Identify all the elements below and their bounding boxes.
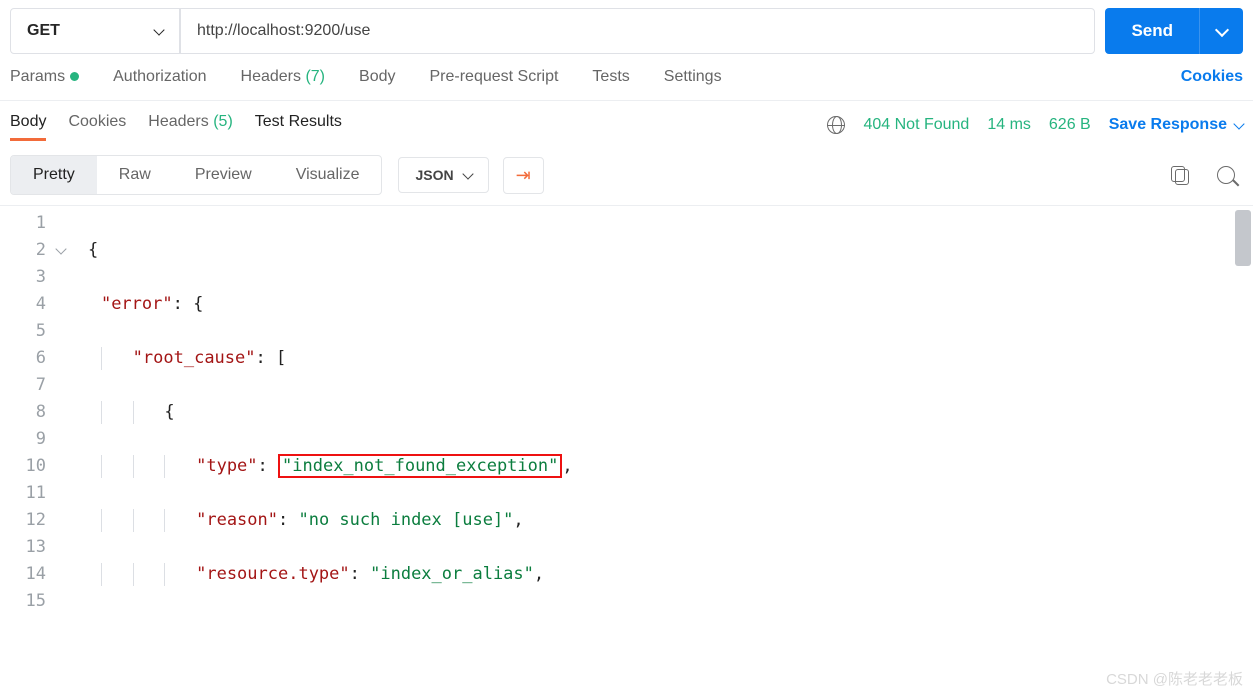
response-tab-headers[interactable]: Headers (5) [148, 109, 233, 141]
wrap-lines-button[interactable]: ⇥ [503, 157, 544, 194]
line-number-gutter: 123456789101112131415 [0, 206, 60, 615]
request-url-input[interactable] [180, 8, 1095, 54]
format-value: JSON [415, 167, 453, 183]
view-mode-preview[interactable]: Preview [173, 156, 274, 194]
response-tab-test-results[interactable]: Test Results [255, 109, 342, 141]
response-tab-cookies[interactable]: Cookies [68, 109, 126, 141]
response-status: 404 Not Found [863, 116, 969, 134]
chevron-down-icon [462, 168, 473, 179]
response-time: 14 ms [987, 116, 1031, 134]
tab-headers[interactable]: Headers (7) [241, 68, 326, 86]
http-method-value: GET [27, 22, 60, 40]
copy-icon[interactable] [1171, 166, 1189, 184]
scrollbar-thumb[interactable] [1235, 210, 1251, 266]
tab-authorization[interactable]: Authorization [113, 68, 206, 86]
watermark: CSDN @陈老老老板 [1106, 668, 1243, 689]
dot-indicator-icon [70, 72, 79, 81]
code-content: { "error": { "root_cause": [ { "type": "… [60, 206, 1253, 615]
send-options-button[interactable] [1199, 8, 1243, 54]
view-mode-raw[interactable]: Raw [97, 156, 173, 194]
http-method-select[interactable]: GET [10, 8, 180, 54]
cookies-link[interactable]: Cookies [1181, 68, 1243, 86]
format-select[interactable]: JSON [398, 157, 488, 193]
globe-icon[interactable] [827, 116, 845, 134]
chevron-down-icon [153, 24, 164, 35]
tab-prerequest[interactable]: Pre-request Script [429, 68, 558, 86]
view-mode-segment: Pretty Raw Preview Visualize [10, 155, 382, 195]
tab-body[interactable]: Body [359, 68, 395, 86]
response-tab-body[interactable]: Body [10, 109, 46, 141]
response-body-viewer[interactable]: 123456789101112131415 { "error": { "root… [0, 205, 1253, 615]
response-size: 626 B [1049, 116, 1091, 134]
view-mode-visualize[interactable]: Visualize [274, 156, 382, 194]
chevron-down-icon [1214, 22, 1228, 36]
view-mode-pretty[interactable]: Pretty [11, 156, 97, 194]
tab-settings[interactable]: Settings [664, 68, 722, 86]
tab-tests[interactable]: Tests [592, 68, 629, 86]
chevron-down-icon [1233, 118, 1244, 129]
save-response-button[interactable]: Save Response [1109, 116, 1243, 134]
search-icon[interactable] [1217, 166, 1235, 184]
send-button[interactable]: Send [1105, 8, 1199, 54]
tab-params[interactable]: Params [10, 68, 79, 86]
